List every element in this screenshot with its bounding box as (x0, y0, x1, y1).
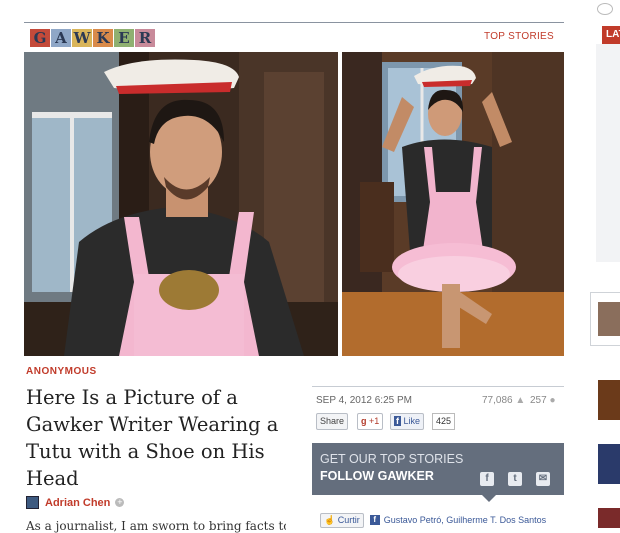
comment-count-value: 257 (530, 395, 547, 406)
facebook-friends-row: ☝ Curtir f Gustavo Petró, Guilherme T. D… (320, 512, 564, 528)
facebook-friends-list[interactable]: Gustavo Petró, Guilherme T. Dos Santos (384, 515, 546, 525)
facebook-icon: f (369, 515, 380, 525)
article-photo-right (342, 52, 564, 356)
logo-letter: W (72, 29, 92, 47)
google-plus-icon: g (361, 416, 367, 426)
thumbs-up-icon: ☝ (324, 514, 336, 525)
follow-box-title: FOLLOW GAWKER (320, 469, 434, 483)
article-photo-left (24, 52, 338, 356)
facebook-icon: f (394, 416, 401, 426)
site-header: G A W K E R TOP STORIES (24, 22, 564, 53)
facebook-like-button[interactable]: f Like (390, 413, 425, 430)
eye-icon[interactable] (597, 3, 613, 15)
share-button[interactable]: Share (316, 413, 349, 430)
author-name[interactable]: Adrian Chen (45, 497, 110, 509)
gawker-logo[interactable]: G A W K E R (30, 29, 156, 47)
article-meta: SEP 4, 2012 6:25 PM 77,086 ▲ 257 ● Share… (312, 386, 564, 435)
follow-box-arrow (482, 495, 496, 502)
follow-box: GET OUR TOP STORIES FOLLOW GAWKER f t ✉ (312, 443, 564, 502)
logo-letter: R (135, 29, 155, 47)
rail-thumbnail-image[interactable] (598, 302, 620, 336)
email-icon[interactable]: ✉ (536, 472, 550, 486)
article-kicker[interactable]: ANONYMOUS (26, 366, 97, 377)
logo-letter: K (93, 29, 113, 47)
google-plus-label: +1 (369, 416, 380, 426)
logo-letter: E (114, 29, 134, 47)
view-count-value: 77,086 (482, 395, 513, 406)
curtir-label: Curtir (337, 514, 360, 525)
facebook-icon[interactable]: f (480, 472, 494, 486)
tumblr-icon[interactable]: t (508, 472, 522, 486)
article-body: As a journalist, I am sworn to bring fac… (26, 519, 286, 533)
rail-panel (596, 44, 620, 262)
rail-story-image[interactable] (598, 380, 620, 420)
logo-letter: G (30, 29, 50, 47)
top-stories-link[interactable]: TOP STORIES (484, 31, 554, 42)
google-plus-button[interactable]: g +1 (357, 413, 384, 430)
logo-letter: A (51, 29, 71, 47)
comment-count[interactable]: 257 ● (530, 395, 556, 406)
byline: Adrian Chen + (26, 496, 125, 509)
follow-box-subtitle: GET OUR TOP STORIES (320, 452, 464, 466)
flame-icon: ▲ (515, 395, 526, 406)
rail-tab-latest[interactable]: LAT (602, 26, 620, 44)
facebook-curtir-button[interactable]: ☝ Curtir (320, 512, 364, 528)
rail-story-image[interactable] (598, 444, 620, 484)
like-label: Like (403, 416, 421, 426)
like-count: 425 (432, 413, 456, 430)
author-avatar[interactable] (26, 496, 39, 509)
rail-story-image[interactable] (598, 508, 620, 528)
follow-author-icon[interactable]: + (115, 498, 125, 507)
publish-date[interactable]: SEP 4, 2012 6:25 PM (316, 395, 412, 406)
view-count: 77,086 ▲ (482, 395, 525, 406)
article-headline[interactable]: Here Is a Picture of a Gawker Writer Wea… (26, 384, 296, 492)
comment-bubble-icon: ● (549, 395, 556, 406)
